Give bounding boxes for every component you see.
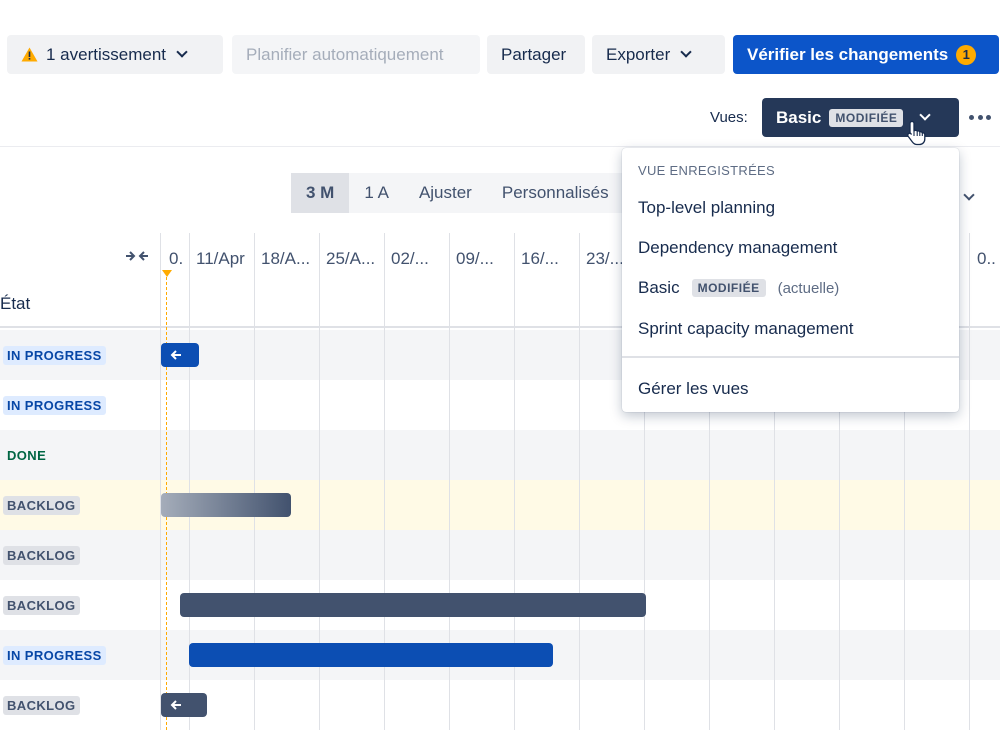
chevron-down-icon[interactable]: [963, 186, 975, 204]
zoom-option-fit[interactable]: Ajuster: [403, 173, 487, 213]
table-row: [0, 430, 1000, 480]
schedule-bar[interactable]: [189, 643, 553, 667]
status-badge: DONE: [7, 448, 47, 463]
schedule-bar[interactable]: [161, 693, 207, 717]
auto-schedule-label: Planifier automatiquement: [246, 44, 444, 64]
zoom-option-custom[interactable]: Personnalisés: [486, 173, 624, 213]
date-label: 25/A...: [326, 249, 376, 268]
date-label: 02/...: [391, 249, 429, 268]
toolbar: 1 avertissement Planifier automatiquemen…: [0, 35, 1000, 75]
date-label: 18/A...: [261, 249, 311, 268]
date-label: 16/...: [521, 249, 559, 268]
dropdown-divider: [622, 356, 959, 358]
view-option-top-level-planning[interactable]: Top-level planning: [638, 198, 775, 218]
arrow-left-icon: [170, 350, 181, 360]
view-option-sprint-capacity-management[interactable]: Sprint capacity management: [638, 319, 853, 339]
date-label: 09/...: [456, 249, 494, 268]
status-badge: BACKLOG: [3, 696, 80, 715]
view-option-basic[interactable]: Basic MODIFIÉE (actuelle): [638, 278, 839, 298]
view-option-label: Dependency management: [638, 238, 838, 257]
manage-views-label: Gérer les vues: [638, 379, 749, 398]
collapse-icon[interactable]: [124, 249, 150, 263]
status-badge: IN PROGRESS: [3, 396, 106, 415]
zoom-option-3m[interactable]: 3 M: [291, 173, 350, 213]
chevron-down-icon: [680, 46, 692, 58]
more-icon[interactable]: [966, 107, 994, 127]
warnings-label: 1 avertissement: [46, 44, 166, 64]
status-badge: IN PROGRESS: [3, 646, 106, 665]
warnings-button[interactable]: 1 avertissement: [7, 35, 223, 74]
view-option-label: Basic: [638, 278, 680, 297]
current-view-name: Basic: [776, 107, 822, 127]
arrow-left-icon: [170, 700, 181, 710]
status-badge: BACKLOG: [3, 596, 80, 615]
review-changes-button[interactable]: Vérifier les changements 1: [733, 35, 999, 74]
status-badge: IN PROGRESS: [3, 346, 106, 365]
modified-badge: MODIFIÉE: [691, 279, 766, 297]
warning-icon: [21, 47, 38, 62]
views-selector-button[interactable]: Basic MODIFIÉE: [762, 98, 959, 137]
schedule-bar[interactable]: [161, 343, 199, 367]
modified-badge: MODIFIÉE: [829, 108, 904, 127]
date-label: 0.: [169, 249, 184, 268]
grid-line: [969, 233, 970, 730]
date-label: 0..: [977, 249, 996, 268]
export-button[interactable]: Exporter: [592, 35, 725, 74]
schedule-bar[interactable]: [161, 493, 291, 517]
saved-views-heading: VUE ENREGISTRÉES: [638, 163, 775, 178]
header-divider: [0, 146, 1000, 147]
views-label: Vues:: [710, 109, 748, 126]
zoom-option-1y[interactable]: 1 A: [349, 173, 404, 213]
manage-views-item[interactable]: Gérer les vues: [638, 379, 749, 399]
current-view-indicator: (actuelle): [777, 279, 840, 297]
date-label: 11/Apr: [196, 249, 245, 268]
date-label: 23/...: [586, 249, 624, 268]
status-badge: BACKLOG: [3, 546, 80, 565]
table-row: [0, 480, 1000, 530]
view-option-label: Top-level planning: [638, 198, 776, 217]
export-label: Exporter: [606, 44, 671, 64]
share-label: Partager: [501, 44, 567, 64]
view-option-label: Sprint capacity management: [638, 319, 854, 338]
schedule-bar[interactable]: [180, 593, 646, 617]
review-changes-label: Vérifier les changements: [747, 44, 949, 64]
view-option-dependency-management[interactable]: Dependency management: [638, 238, 837, 258]
status-badge: BACKLOG: [3, 496, 80, 515]
today-marker: [162, 270, 172, 277]
chevron-down-icon: [176, 46, 188, 58]
table-row: [0, 530, 1000, 580]
chevron-down-icon: [919, 109, 932, 121]
saved-views-dropdown: VUE ENREGISTRÉES Top-level planning Depe…: [622, 148, 959, 412]
grid-line: [160, 233, 161, 730]
review-count-badge: 1: [956, 44, 977, 65]
auto-schedule-button[interactable]: Planifier automatiquement: [232, 35, 480, 74]
timeline-zoom-control: 3 M 1 A Ajuster Personnalisés: [291, 173, 624, 213]
status-column-header: État: [0, 294, 31, 313]
table-row: [0, 680, 1000, 730]
share-button[interactable]: Partager: [487, 35, 585, 74]
pointer-cursor-icon: [907, 120, 926, 146]
grid-line: [579, 233, 580, 730]
